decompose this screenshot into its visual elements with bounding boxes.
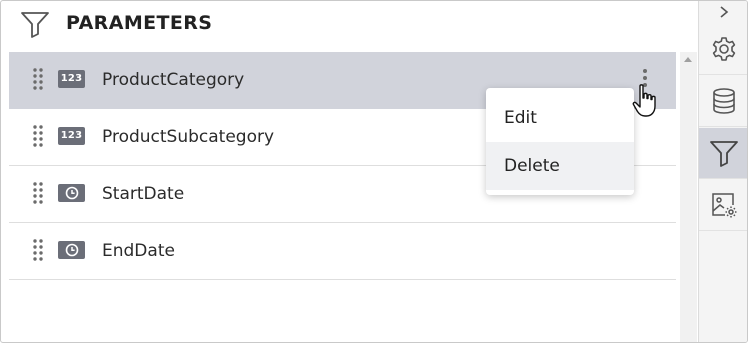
parameters-panel: PARAMETERS 123 ProductCategory 123 Produ…	[0, 0, 748, 343]
panel-title: PARAMETERS	[66, 12, 213, 34]
datetime-type-icon	[58, 184, 85, 202]
context-menu: Edit Delete	[486, 88, 634, 195]
number-type-icon: 123	[58, 70, 85, 88]
number-type-icon: 123	[58, 127, 85, 145]
gear-icon	[712, 37, 736, 61]
data-sources-button[interactable]	[699, 76, 747, 127]
parameter-name: ProductSubcategory	[102, 127, 275, 147]
clock-icon	[65, 243, 78, 257]
parameter-name: EndDate	[102, 241, 175, 261]
panel-header: PARAMETERS	[1, 1, 698, 47]
right-toolbar	[698, 1, 747, 342]
parameter-name: StartDate	[102, 184, 185, 204]
filter-icon	[710, 141, 738, 167]
collapse-toggle[interactable]	[699, 1, 747, 23]
scroll-up-arrow-icon[interactable]	[684, 57, 692, 62]
menu-item-delete[interactable]: Delete	[486, 142, 634, 190]
datetime-type-icon	[58, 241, 85, 259]
drag-handle-icon[interactable]	[33, 239, 43, 261]
database-icon	[713, 88, 735, 114]
more-options-icon[interactable]	[638, 67, 652, 93]
menu-item-edit[interactable]: Edit	[486, 94, 634, 142]
image-settings-icon	[712, 193, 737, 218]
drag-handle-icon[interactable]	[33, 182, 43, 204]
parameters-button[interactable]	[699, 128, 747, 179]
chevron-right-icon	[720, 6, 729, 18]
filter-icon	[21, 12, 49, 38]
list-scrollbar[interactable]	[680, 52, 697, 342]
clock-icon	[65, 186, 78, 200]
drag-handle-icon[interactable]	[33, 125, 43, 147]
properties-button[interactable]	[699, 24, 747, 75]
parameter-row[interactable]: EndDate	[9, 223, 676, 280]
parameter-name: ProductCategory	[102, 70, 245, 90]
image-settings-button[interactable]	[699, 180, 747, 231]
drag-handle-icon[interactable]	[33, 68, 43, 90]
